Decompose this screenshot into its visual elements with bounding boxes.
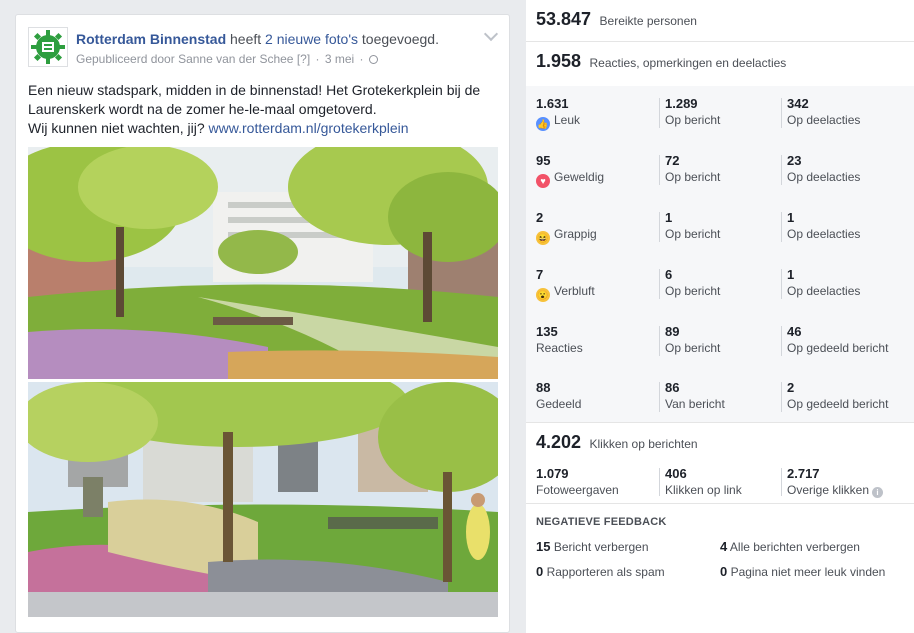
like-on-shares: 342 Op deelacties bbox=[787, 96, 861, 127]
shares-total: 88 Gedeeld bbox=[536, 380, 582, 411]
comments-on-shares: 46 Op gedeeld bericht bbox=[787, 324, 889, 355]
post-text-line1: Een nieuw stadspark, midden in de binnen… bbox=[28, 82, 481, 117]
shares-from-post: 86 Van bericht bbox=[665, 380, 725, 411]
post-photo-2[interactable] bbox=[28, 382, 498, 617]
wow-on-shares: 1 Op deelacties bbox=[787, 267, 861, 298]
clicks-label: Klikken op berichten bbox=[589, 437, 698, 451]
love-on-post: 72 Op bericht bbox=[665, 153, 721, 184]
page-logo-icon bbox=[31, 30, 65, 64]
post-date[interactable]: 3 mei bbox=[325, 52, 354, 66]
reach-row: 53.847 Bereikte personen bbox=[526, 0, 914, 42]
like-total: 1.631 👍 Leuk bbox=[536, 96, 581, 131]
love-total: 95 ♥ Geweldig bbox=[536, 153, 605, 188]
engagement-row: 1.958 Reacties, opmerkingen en deelactie… bbox=[526, 42, 914, 86]
post-link[interactable]: www.rotterdam.nl/grotekerkplein bbox=[209, 120, 409, 136]
post-photo-1[interactable] bbox=[28, 147, 498, 379]
comments-total: 135 Reacties bbox=[536, 324, 583, 355]
wow-icon: 😮 bbox=[536, 288, 550, 302]
photos-link[interactable]: 2 nieuwe foto's bbox=[265, 31, 358, 47]
engagement-value: 1.958 bbox=[536, 51, 582, 71]
reach-label: Bereikte personen bbox=[599, 14, 697, 28]
like-icon: 👍 bbox=[536, 117, 550, 131]
haha-on-post: 1 Op bericht bbox=[665, 210, 721, 241]
post-meta: Gepubliceerd door Sanne van der Schee [?… bbox=[76, 52, 378, 66]
haha-total: 2 😆 Grappig bbox=[536, 210, 597, 245]
other-clicks: 2.717 Overige klikken i bbox=[787, 466, 907, 498]
post-action-prefix: heeft bbox=[226, 31, 266, 47]
shares-on-shares: 2 Op gedeeld bericht bbox=[787, 380, 889, 411]
globe-icon bbox=[368, 55, 378, 64]
haha-on-shares: 1 Op deelacties bbox=[787, 210, 861, 241]
help-marker[interactable]: [?] bbox=[297, 52, 310, 66]
post-header: Rotterdam Binnenstad heeft 2 nieuwe foto… bbox=[76, 31, 476, 47]
haha-icon: 😆 bbox=[536, 231, 550, 245]
love-icon: ♥ bbox=[536, 174, 550, 188]
comments-on-post: 89 Op bericht bbox=[665, 324, 721, 355]
reaction-breakdown: 1.631 👍 Leuk 1.289 Op bericht 342 Op deel… bbox=[526, 86, 914, 423]
unlike-page: 0 Pagina niet meer leuk vinden bbox=[720, 564, 886, 579]
photo-views: 1.079 Fotoweergaven bbox=[536, 466, 619, 497]
engagement-label: Reacties, opmerkingen en deelacties bbox=[589, 56, 787, 70]
published-by: Gepubliceerd door Sanne van der Schee bbox=[76, 52, 294, 66]
report-spam: 0 Rapporteren als spam bbox=[536, 564, 665, 579]
post-text-line2: Wij kunnen niet wachten, jij? bbox=[28, 120, 209, 136]
post-action-suffix: toegevoegd. bbox=[358, 31, 439, 47]
page-name-link[interactable]: Rotterdam Binnenstad bbox=[76, 31, 226, 47]
post-message: Een nieuw stadspark, midden in de binnen… bbox=[28, 81, 498, 138]
post-card: Rotterdam Binnenstad heeft 2 nieuwe foto… bbox=[15, 14, 510, 633]
insights-panel: 53.847 Bereikte personen 1.958 Reacties,… bbox=[526, 0, 914, 633]
wow-on-post: 6 Op bericht bbox=[665, 267, 721, 298]
info-icon[interactable]: i bbox=[872, 487, 884, 498]
hide-all-posts: 4 Alle berichten verbergen bbox=[720, 539, 860, 554]
hide-post: 15 Bericht verbergen bbox=[536, 539, 649, 554]
wow-total: 7 😮 Verbluft bbox=[536, 267, 595, 302]
chevron-down-icon[interactable] bbox=[483, 26, 499, 42]
link-clicks: 406 Klikken op link bbox=[665, 466, 742, 497]
reach-value: 53.847 bbox=[536, 9, 592, 29]
clicks-section: 4.202 Klikken op berichten 1.079 Fotowee… bbox=[526, 422, 914, 504]
love-on-shares: 23 Op deelacties bbox=[787, 153, 861, 184]
negative-feedback-title: NEGATIEVE FEEDBACK bbox=[536, 516, 667, 528]
like-on-post: 1.289 Op bericht bbox=[665, 96, 721, 127]
clicks-value: 4.202 bbox=[536, 432, 582, 452]
page-avatar[interactable] bbox=[28, 27, 68, 67]
